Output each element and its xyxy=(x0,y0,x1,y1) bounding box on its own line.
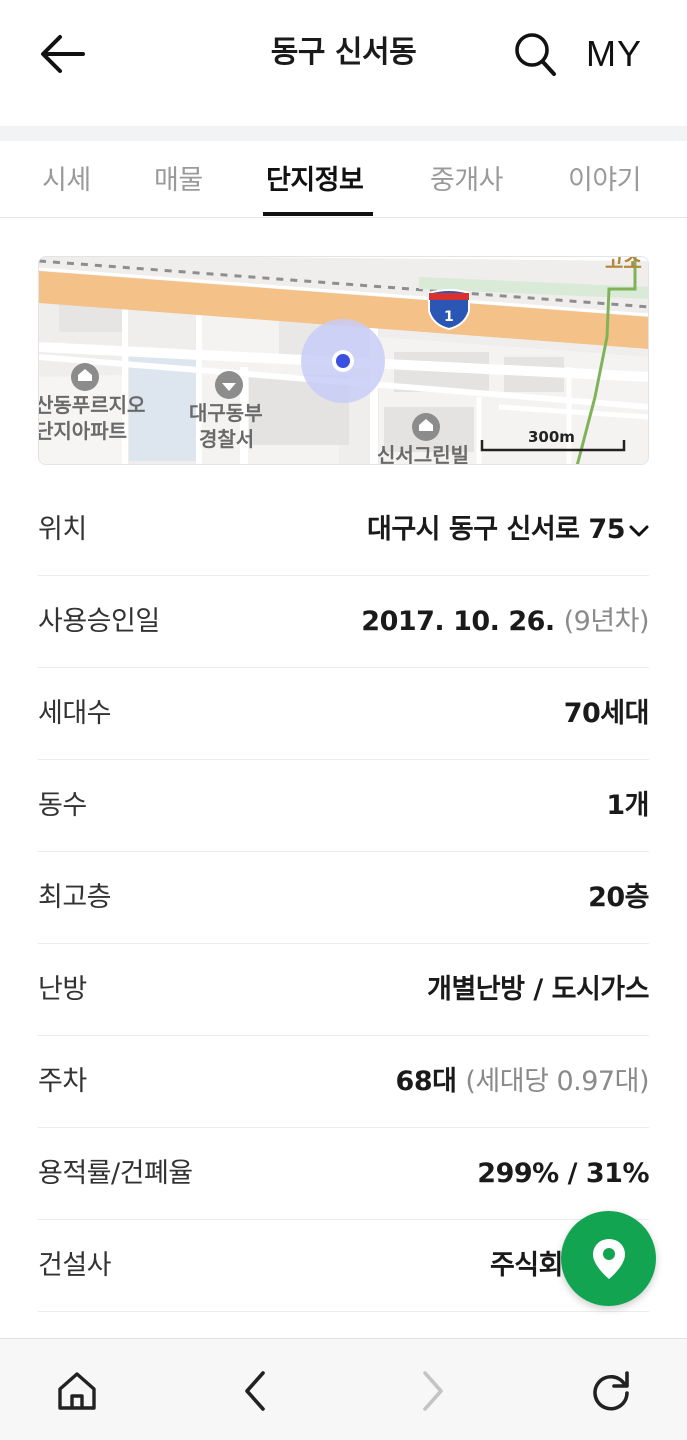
info-label: 주차 xyxy=(38,1066,87,1097)
chevron-down-icon xyxy=(629,525,649,536)
info-row-floor-area-ratio: 용적률/건폐율 299% / 31% xyxy=(38,1128,649,1220)
tab-stories[interactable]: 이야기 xyxy=(568,161,642,201)
home-button[interactable] xyxy=(49,1363,105,1419)
chevron-left-icon xyxy=(245,1371,265,1411)
browser-bottom-bar xyxy=(0,1338,687,1440)
app-header: 동구 신서동 MY xyxy=(0,0,687,126)
page-title: 동구 신서동 xyxy=(270,35,417,70)
map-scale-label: 300m xyxy=(528,428,575,446)
info-row-households: 세대수 70세대 xyxy=(38,668,650,760)
home-icon xyxy=(58,1372,96,1410)
map-pin-icon xyxy=(592,1238,625,1279)
building-age: (9년차) xyxy=(563,606,650,637)
chevron-right-icon xyxy=(423,1371,443,1411)
parking-per-household: (세대당 0.97대) xyxy=(465,1066,649,1097)
active-tab-indicator xyxy=(263,212,373,216)
tab-listings[interactable]: 매물 xyxy=(154,161,203,201)
info-row-heating: 난방 개별난방 / 도시가스 xyxy=(38,944,649,1036)
info-value: 299% / 31% xyxy=(477,1158,649,1189)
info-row-parking: 주차 68대 (세대당 0.97대) xyxy=(38,1036,649,1128)
map-label-top-right: 고소 xyxy=(605,256,642,273)
map-label-apartment-line2: 단지아파트 xyxy=(38,419,127,443)
info-label: 난방 xyxy=(38,974,87,1005)
info-value: 1개 xyxy=(606,790,649,821)
info-value: 70세대 xyxy=(563,698,650,729)
tab-bar: 시세 매물 단지정보 중개사 이야기 xyxy=(0,141,687,218)
section-divider xyxy=(0,126,687,141)
browser-back-button[interactable] xyxy=(228,1363,284,1419)
tab-complex-info[interactable]: 단지정보 xyxy=(266,161,364,201)
info-label: 용적률/건폐율 xyxy=(38,1158,193,1189)
info-value[interactable]: 대구시 동구 신서로 75 xyxy=(367,510,649,550)
info-row-builder: 건설사 주식회 xyxy=(38,1220,649,1312)
info-label: 최고층 xyxy=(38,882,112,913)
info-label: 건설사 xyxy=(38,1250,112,1281)
parking-count: 68대 xyxy=(395,1066,457,1097)
refresh-button[interactable] xyxy=(583,1363,639,1419)
map-label-apartment: 산동푸르지오 xyxy=(38,393,146,417)
refresh-icon xyxy=(593,1371,629,1411)
complex-info-list: 위치 대구시 동구 신서로 75 사용승인일 2017. 10. 26. (9년… xyxy=(38,484,650,1312)
approval-date: 2017. 10. 26. xyxy=(361,606,555,637)
tab-agents[interactable]: 중개사 xyxy=(430,161,504,201)
info-value: 68대 (세대당 0.97대) xyxy=(395,1062,650,1102)
search-button[interactable] xyxy=(508,28,562,80)
tab-price[interactable]: 시세 xyxy=(42,161,91,201)
map-label-police: 대구동부 xyxy=(189,401,263,425)
info-label: 위치 xyxy=(38,514,87,545)
search-icon xyxy=(515,33,556,76)
info-label: 동수 xyxy=(38,790,87,821)
info-label: 세대수 xyxy=(38,698,112,729)
info-value: 주식회 xyxy=(489,1250,564,1281)
page: 동구 신서동 MY 시세 매물 단지정보 중개사 이야기 산동푸르지오 단지아파… xyxy=(0,0,687,1440)
map-label-villa: 신서그린빌 xyxy=(377,443,469,465)
info-value: 2017. 10. 26. (9년차) xyxy=(361,602,649,642)
map-location-button[interactable] xyxy=(561,1211,656,1306)
info-value: 20층 xyxy=(588,882,649,913)
info-row-approval-date: 사용승인일 2017. 10. 26. (9년차) xyxy=(38,576,650,668)
my-button[interactable]: MY xyxy=(586,30,642,78)
location-map[interactable]: 산동푸르지오 단지아파트 대구동부 경찰서 신서그린빌 고소 1 300m xyxy=(38,256,649,465)
info-row-location[interactable]: 위치 대구시 동구 신서로 75 xyxy=(38,484,649,576)
info-row-top-floor: 최고층 20층 xyxy=(38,852,649,944)
browser-forward-button[interactable] xyxy=(404,1363,460,1419)
map-label-police-line2: 경찰서 xyxy=(199,427,255,451)
info-value: 개별난방 / 도시가스 xyxy=(427,974,649,1005)
location-address: 대구시 동구 신서로 75 xyxy=(367,514,626,545)
map-label-highway-number: 1 xyxy=(444,309,454,325)
info-row-buildings: 동수 1개 xyxy=(38,760,649,852)
info-label: 사용승인일 xyxy=(38,606,160,637)
